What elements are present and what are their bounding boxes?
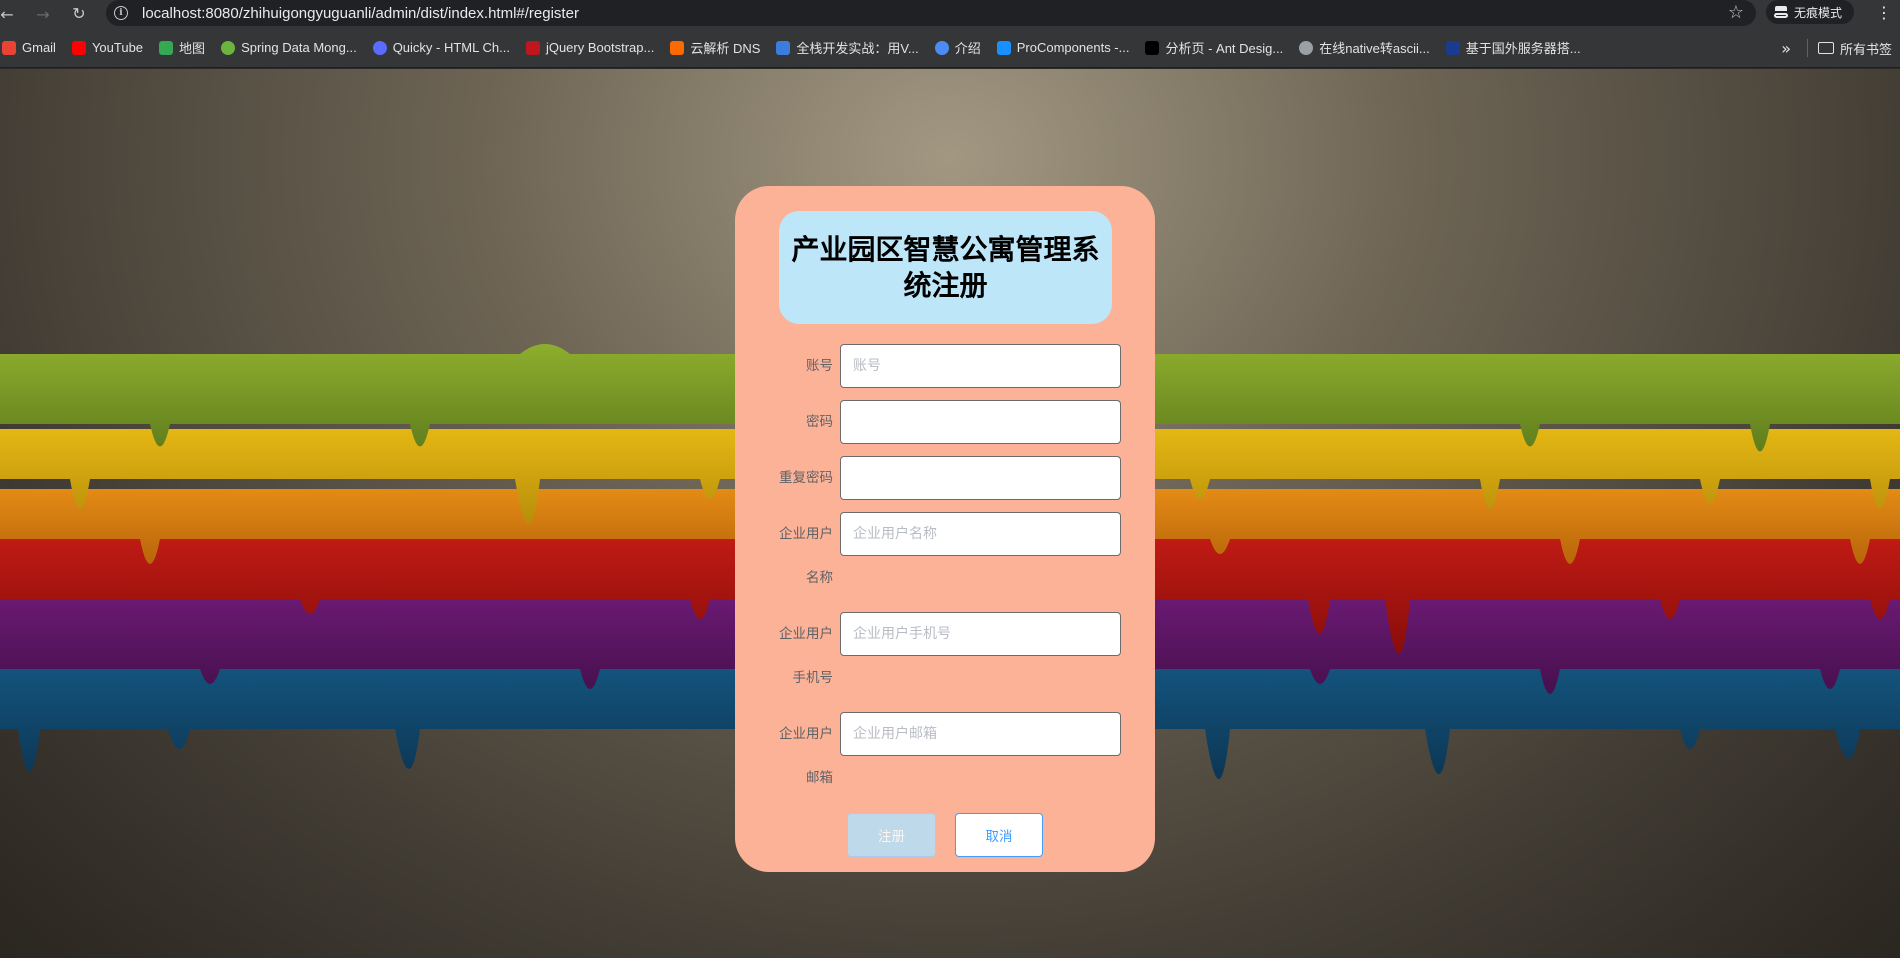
- bookmark-label: ProComponents -...: [1016, 40, 1130, 55]
- intro-icon: [934, 40, 949, 55]
- bookmark-item[interactable]: ProComponents -...: [989, 34, 1138, 62]
- bookmark-item[interactable]: 全栈开发实战：用V...: [768, 34, 926, 62]
- folder-icon: [1817, 42, 1834, 54]
- incognito-label: 无痕模式: [1794, 5, 1843, 20]
- incognito-icon: [1774, 6, 1788, 18]
- jquery-icon: [525, 40, 540, 55]
- bookmark-label: 全栈开发实战：用V...: [796, 41, 919, 56]
- site-info-icon[interactable]: i: [114, 6, 128, 20]
- account-input[interactable]: [840, 344, 1121, 388]
- company-email-label: 企业用户邮箱: [779, 726, 833, 786]
- bookmark-item[interactable]: Gmail: [0, 34, 64, 62]
- account-label: 账号: [806, 358, 833, 374]
- m-icon: [776, 40, 791, 55]
- bookmarks-bar: Gmail YouTube 地图 Spring Data Mong... Quicky …: [0, 28, 1900, 68]
- bookmark-label: Quicky - HTML Ch...: [392, 40, 510, 55]
- bookmark-item[interactable]: 云解析 DNS: [662, 34, 768, 62]
- quicky-icon: [372, 40, 387, 55]
- bookmarks-divider: [1806, 39, 1808, 57]
- gmail-icon: [2, 40, 16, 55]
- spring-icon: [221, 40, 236, 55]
- bookmark-label: Gmail: [22, 40, 56, 55]
- bookmark-item[interactable]: 基于国外服务器搭...: [1438, 34, 1589, 62]
- register-page-background: 产业园区智慧公寓管理系统注册 账号 密码 重复密码 企业用户名称 企业用户手机号…: [0, 69, 1900, 958]
- bookmark-item[interactable]: 分析页 - Ant Desig...: [1137, 34, 1291, 62]
- bookmark-label: 分析页 - Ant Desig...: [1165, 41, 1284, 56]
- bookmark-label: jQuery Bootstrap...: [545, 40, 655, 55]
- repeat-password-label: 重复密码: [779, 470, 833, 486]
- bookmark-label: 云解析 DNS: [690, 41, 761, 56]
- company-phone-label: 企业用户手机号: [779, 626, 833, 686]
- browser-menu-icon[interactable]: ⋮: [1874, 0, 1894, 24]
- password-label: 密码: [806, 414, 833, 430]
- bookmark-star-icon[interactable]: ☆: [1728, 2, 1744, 23]
- company-name-input[interactable]: [840, 512, 1121, 556]
- register-button[interactable]: 注册: [847, 813, 936, 857]
- flag-icon: [1445, 40, 1460, 55]
- cancel-button[interactable]: 取消: [955, 813, 1043, 857]
- password-input[interactable]: [840, 400, 1121, 444]
- bookmark-item[interactable]: Quicky - HTML Ch...: [365, 34, 518, 62]
- bookmark-item[interactable]: 介绍: [927, 34, 989, 62]
- bookmark-item[interactable]: 在线native转ascii...: [1291, 34, 1438, 62]
- reload-icon[interactable]: ↻: [66, 2, 92, 24]
- all-bookmarks-button[interactable]: 所有书签: [1840, 34, 1900, 62]
- forward-icon[interactable]: →: [30, 3, 56, 25]
- more-bookmarks-icon[interactable]: »: [1765, 39, 1807, 58]
- bookmark-label: Spring Data Mong...: [241, 40, 357, 55]
- register-card: 产业园区智慧公寓管理系统注册 账号 密码 重复密码 企业用户名称 企业用户手机号…: [735, 186, 1155, 872]
- page-title: 产业园区智慧公寓管理系统注册: [791, 232, 1100, 302]
- bookmark-item[interactable]: 地图: [151, 34, 213, 62]
- browser-toolbar: ← → ↻ i localhost:8080/zhihuigongyuguanl…: [0, 0, 1900, 28]
- company-phone-input[interactable]: [840, 612, 1121, 656]
- bookmark-label: 介绍: [954, 41, 981, 56]
- bookmark-label: 在线native转ascii...: [1319, 41, 1430, 56]
- bookmark-label: YouTube: [91, 40, 144, 55]
- incognito-badge[interactable]: 无痕模式: [1766, 0, 1855, 24]
- pro-icon: [1145, 40, 1160, 55]
- aliyun-icon: [670, 40, 685, 55]
- company-name-label: 企业用户名称: [779, 526, 833, 586]
- url-text[interactable]: localhost:8080/zhihuigongyuguanli/admin/…: [142, 5, 579, 22]
- antd-icon: [996, 40, 1011, 55]
- company-email-input[interactable]: [840, 712, 1121, 756]
- back-icon[interactable]: ←: [0, 3, 20, 25]
- bookmark-item[interactable]: YouTube: [64, 34, 151, 62]
- bookmark-item[interactable]: jQuery Bootstrap...: [518, 34, 662, 62]
- repeat-password-input[interactable]: [840, 456, 1121, 500]
- globe-icon: [1299, 40, 1314, 55]
- maps-icon: [159, 40, 174, 55]
- bookmark-item[interactable]: Spring Data Mong...: [213, 34, 365, 62]
- title-banner: 产业园区智慧公寓管理系统注册: [779, 211, 1112, 324]
- address-bar[interactable]: i localhost:8080/zhihuigongyuguanli/admi…: [106, 0, 1756, 26]
- bookmark-label: 基于国外服务器搭...: [1465, 41, 1581, 56]
- youtube-icon: [71, 40, 86, 55]
- bookmark-label: 地图: [179, 41, 206, 56]
